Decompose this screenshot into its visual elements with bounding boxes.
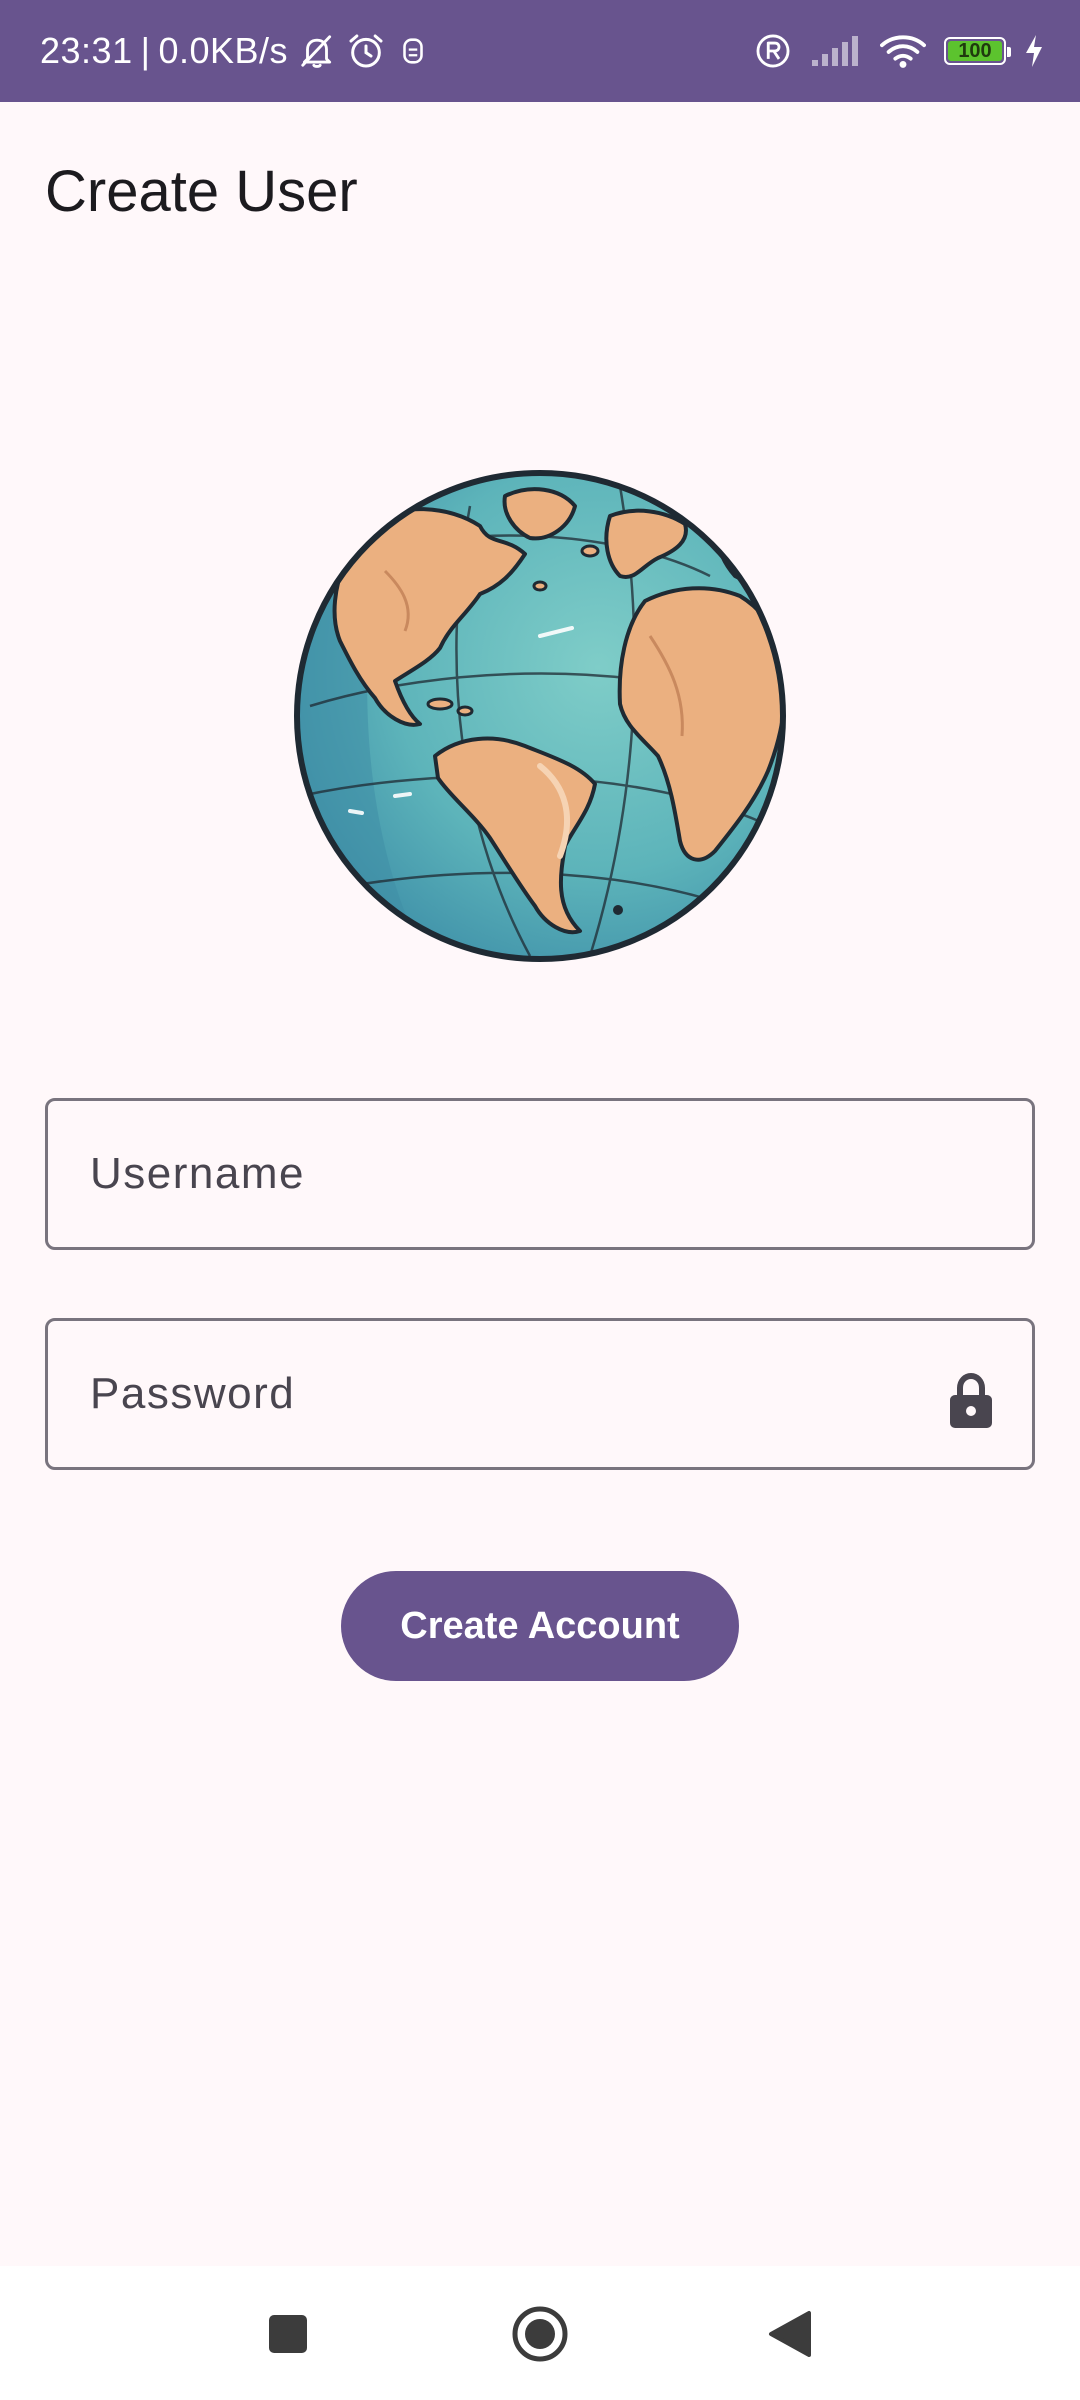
status-bar: 23:31 | 0.0KB/s 100 [0, 0, 1080, 102]
status-right: 100 [754, 0, 1044, 102]
home-button[interactable] [502, 2296, 578, 2372]
home-circle-icon [512, 2306, 568, 2362]
create-account-button[interactable]: Create Account [341, 1571, 739, 1681]
username-field[interactable] [45, 1098, 1035, 1250]
back-button[interactable] [752, 2296, 828, 2372]
back-triangle-icon [769, 2311, 811, 2357]
page-title: Create User [45, 159, 358, 224]
square-icon [269, 2315, 307, 2353]
recents-button[interactable] [250, 2296, 326, 2372]
status-left: 23:31 | 0.0KB/s [40, 0, 430, 102]
network-speed: 0.0KB/s [158, 30, 289, 71]
status-separator: | [140, 30, 151, 71]
battery-level: 100 [958, 39, 992, 62]
battery-icon: 100 [944, 37, 1011, 65]
charging-icon [1026, 35, 1042, 67]
status-time: 23:31 [40, 30, 133, 71]
notification-icon [403, 38, 423, 64]
globe-illustration [294, 470, 786, 962]
alarm-icon [349, 34, 383, 68]
lock-icon [950, 1372, 992, 1428]
signal-icon [812, 36, 858, 66]
bell-off-icon [301, 35, 332, 68]
registered-icon [756, 34, 790, 68]
wifi-icon [880, 35, 926, 68]
navigation-bar [0, 2266, 1080, 2400]
password-field[interactable] [45, 1318, 1035, 1470]
username-input[interactable] [48, 1101, 1032, 1247]
password-input[interactable] [48, 1321, 1032, 1467]
